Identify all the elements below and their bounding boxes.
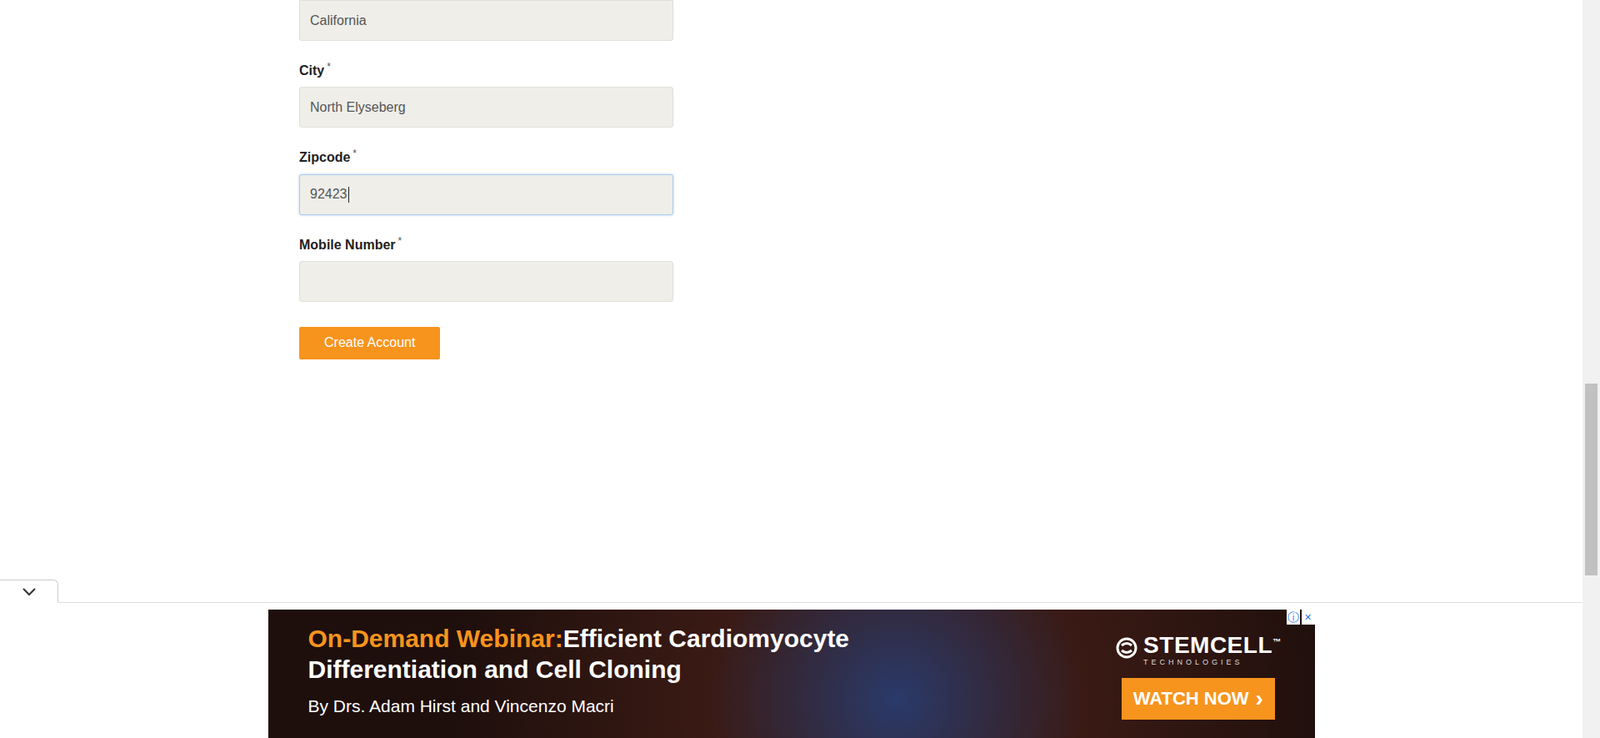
chevron-down-icon [21, 585, 37, 596]
text-caret [348, 186, 350, 203]
ad-text: On-Demand Webinar:Efficient Cardiomyocyt… [308, 622, 850, 730]
field-value: California [310, 13, 367, 29]
required-mark: * [352, 147, 357, 160]
ad-brand-name: STEMCELL™ [1143, 629, 1281, 658]
brand-logo-icon [1115, 635, 1139, 660]
collapse-tab[interactable] [0, 579, 59, 603]
create-account-button[interactable]: Create Account [299, 326, 440, 360]
page: California City* North Elyseberg Zipcode* 92… [0, 0, 1600, 738]
scrollbar[interactable] [1582, 0, 1600, 738]
watch-now-button[interactable]: WATCH NOW › [1121, 677, 1275, 720]
text-field[interactable]: California [299, 0, 674, 41]
ad-controls: ⓘ× [1286, 609, 1315, 625]
ad-brand: STEMCELL™TECHNOLOGIES [1115, 629, 1281, 666]
field-label: Zipcode* [299, 145, 674, 165]
text-field[interactable]: North Elyseberg [299, 86, 674, 128]
field-value: 92423 [310, 186, 348, 202]
ad-headline-line: Efficient Cardiomyocyte [563, 624, 850, 652]
signup-form: California City* North Elyseberg Zipcode* 92… [299, 0, 674, 360]
field-label: Mobile Number* [299, 233, 674, 253]
main-column: California City* North Elyseberg Zipcode* 92… [0, 0, 1583, 738]
ad-dock: On-Demand Webinar:Efficient Cardiomyocyt… [0, 601, 1583, 738]
ad-area: On-Demand Webinar:Efficient Cardiomyocyt… [0, 602, 1583, 738]
required-mark: * [326, 60, 331, 73]
content: California City* North Elyseberg Zipcode* 92… [0, 0, 1583, 602]
ad-headline: On-Demand Webinar:Efficient Cardiomyocyt… [308, 622, 850, 654]
text-field[interactable] [299, 260, 674, 302]
dock-divider [0, 601, 1583, 603]
required-mark: * [398, 235, 403, 247]
ad-brand-sub: TECHNOLOGIES [1143, 657, 1281, 666]
ad-headline-prefix: On-Demand Webinar: [308, 624, 564, 652]
ad-info-button[interactable]: ⓘ [1286, 609, 1300, 625]
ad-brand-block: STEMCELL™TECHNOLOGIES WATCH NOW › [1115, 622, 1281, 730]
field-value: North Elyseberg [310, 100, 406, 115]
ad-headline-line: Differentiation and Cell Cloning [308, 653, 850, 685]
ad-close-button[interactable]: × [1301, 609, 1315, 625]
ad-brand-text: STEMCELL™TECHNOLOGIES [1143, 629, 1281, 666]
scrollbar-thumb[interactable] [1585, 383, 1598, 575]
ad-byline: By Drs. Adam Hirst and Vincenzo Macri [308, 695, 850, 716]
ad-banner[interactable]: On-Demand Webinar:Efficient Cardiomyocyt… [268, 609, 1315, 738]
text-field[interactable]: 92423 [299, 174, 674, 215]
field-label: City* [299, 59, 674, 79]
